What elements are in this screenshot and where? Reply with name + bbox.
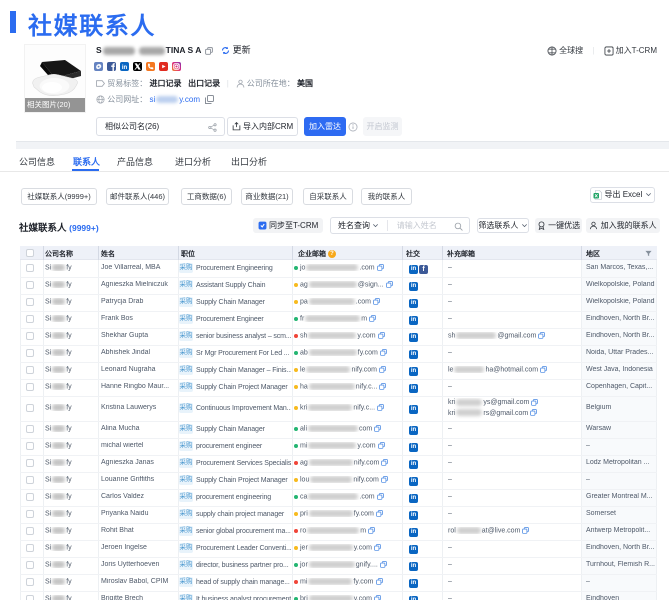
svg-text:in: in [122, 65, 128, 71]
